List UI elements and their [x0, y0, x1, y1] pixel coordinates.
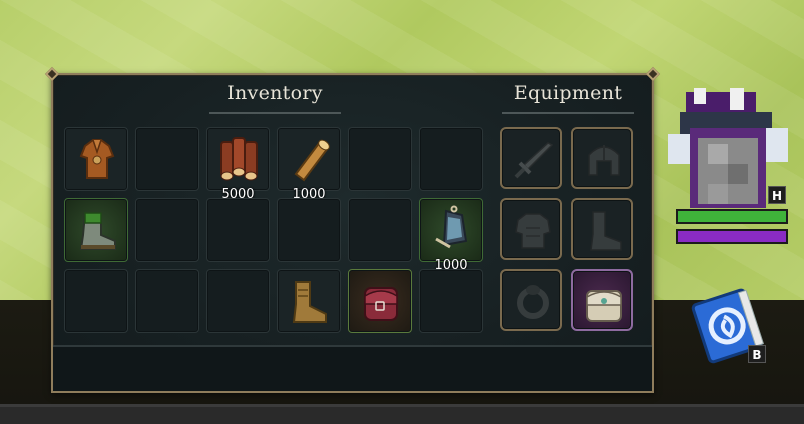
equipment-slot-bag[interactable] [571, 269, 633, 331]
red-backpack-icon [364, 287, 398, 321]
inventory-slot[interactable] [64, 127, 128, 191]
iron-boots-icon [79, 212, 116, 250]
inventory-slot[interactable]: 5000 [206, 127, 270, 202]
health-bar [676, 209, 788, 224]
inventory-slot[interactable] [206, 198, 270, 262]
character-hotkey-badge: H [768, 186, 786, 204]
inventory-slot[interactable] [277, 269, 341, 333]
wood-logs-stack-icon [220, 137, 258, 181]
spellbook-button[interactable]: B [690, 285, 770, 365]
wood-log-icon [294, 139, 330, 182]
sword-icon [514, 142, 554, 179]
ring-icon [517, 285, 549, 319]
inventory-slot[interactable] [348, 198, 412, 262]
ground-strip [0, 404, 804, 424]
helmet-icon [588, 145, 620, 176]
boots-icon [590, 211, 622, 251]
inventory-title: Inventory [227, 82, 323, 104]
inventory-slot[interactable] [348, 269, 412, 333]
inventory-slot[interactable] [64, 198, 128, 262]
inventory-slot[interactable] [348, 127, 412, 191]
inventory-panel: Inventory Equipment 5000 1000 1000 [44, 66, 661, 393]
satchel-icon [586, 290, 622, 322]
mana-bar [676, 229, 788, 244]
equipment-title: Equipment [513, 82, 623, 104]
inventory-slot[interactable]: 1000 [419, 198, 483, 273]
equipment-slot-ring[interactable] [500, 269, 562, 331]
inventory-slot[interactable] [206, 269, 270, 333]
leather-boots-icon [292, 281, 327, 323]
inventory-slot[interactable] [135, 269, 199, 333]
equipment-slot-weapon[interactable] [500, 127, 562, 189]
inventory-slot[interactable]: 1000 [277, 127, 341, 202]
inventory-slot[interactable] [135, 198, 199, 262]
inventory-slot[interactable] [64, 269, 128, 333]
equipment-title-underline [502, 112, 634, 114]
inventory-title-underline [209, 112, 341, 114]
inventory-slot[interactable] [419, 127, 483, 191]
health-bar-fill [678, 211, 786, 222]
inventory-slot[interactable] [419, 269, 483, 333]
inventory-slot[interactable] [277, 198, 341, 262]
mana-bar-fill [678, 231, 786, 242]
chest-armor-icon [515, 213, 551, 249]
spellbook-hotkey-badge: B [748, 345, 766, 363]
leather-tunic-icon [79, 139, 115, 179]
panel-bottom-bar [53, 345, 652, 391]
inventory-slot[interactable] [135, 127, 199, 191]
equipment-slot-feet[interactable] [571, 198, 633, 260]
equipment-slot-head[interactable] [571, 127, 633, 189]
equipment-slot-chest[interactable] [500, 198, 562, 260]
character-portrait[interactable]: H [668, 88, 788, 208]
lantern-icon [435, 205, 468, 249]
